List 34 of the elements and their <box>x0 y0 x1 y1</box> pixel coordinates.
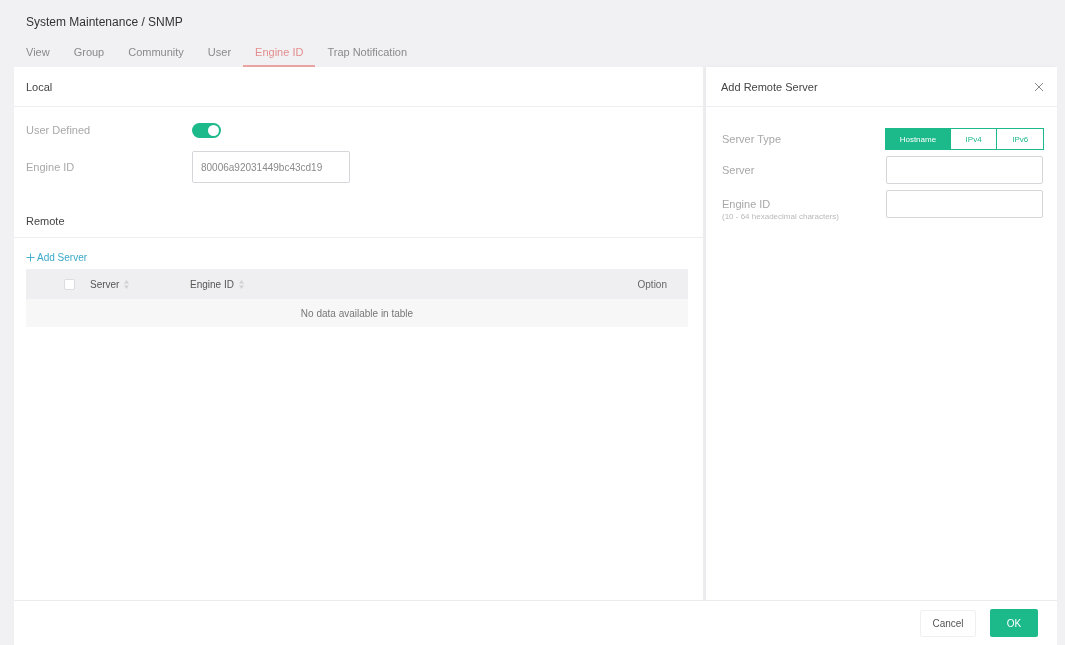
segment-button[interactable]: Hostname <box>885 128 951 150</box>
field-label: User Defined <box>26 124 91 136</box>
field-label: Engine ID <box>26 161 75 173</box>
empty-message: No data available in table <box>300 307 414 319</box>
breadcrumb: System Maintenance / SNMP <box>26 14 183 31</box>
column-header[interactable]: Engine ID <box>190 278 234 290</box>
plus-icon <box>26 253 35 262</box>
drawer-title: Add Remote Server <box>721 80 818 93</box>
tab[interactable]: View <box>14 39 62 67</box>
toggle-switch[interactable] <box>192 122 221 138</box>
field-label: Server <box>722 164 755 176</box>
sort-icon[interactable] <box>124 279 130 289</box>
tab[interactable]: Group <box>61 39 117 67</box>
column-header: Option <box>637 278 667 290</box>
ok-button[interactable]: OK <box>990 609 1038 637</box>
tab[interactable]: Community <box>116 39 196 67</box>
input-field[interactable]: 80006a92031449bc43cd19 <box>192 151 350 183</box>
close-icon <box>1033 80 1045 93</box>
add-server-link[interactable]: Add Server <box>26 252 88 263</box>
segment-button[interactable]: IPv6 <box>996 128 1044 150</box>
tab[interactable]: User <box>195 39 244 67</box>
tab[interactable]: Trap Notification <box>315 39 420 67</box>
close-button[interactable] <box>1033 80 1045 93</box>
field-label: Engine ID <box>722 198 771 210</box>
checkbox[interactable] <box>64 278 75 290</box>
section-title: Remote <box>26 214 65 227</box>
sort-icon[interactable] <box>238 279 244 289</box>
column-header[interactable]: Server <box>90 278 120 290</box>
field-label: Server Type <box>722 133 782 145</box>
input-field[interactable] <box>886 190 1043 218</box>
segment-button[interactable]: IPv4 <box>949 128 998 150</box>
cancel-button[interactable]: Cancel <box>920 609 976 637</box>
section-title: Local <box>26 80 53 93</box>
input-field[interactable] <box>886 156 1043 184</box>
